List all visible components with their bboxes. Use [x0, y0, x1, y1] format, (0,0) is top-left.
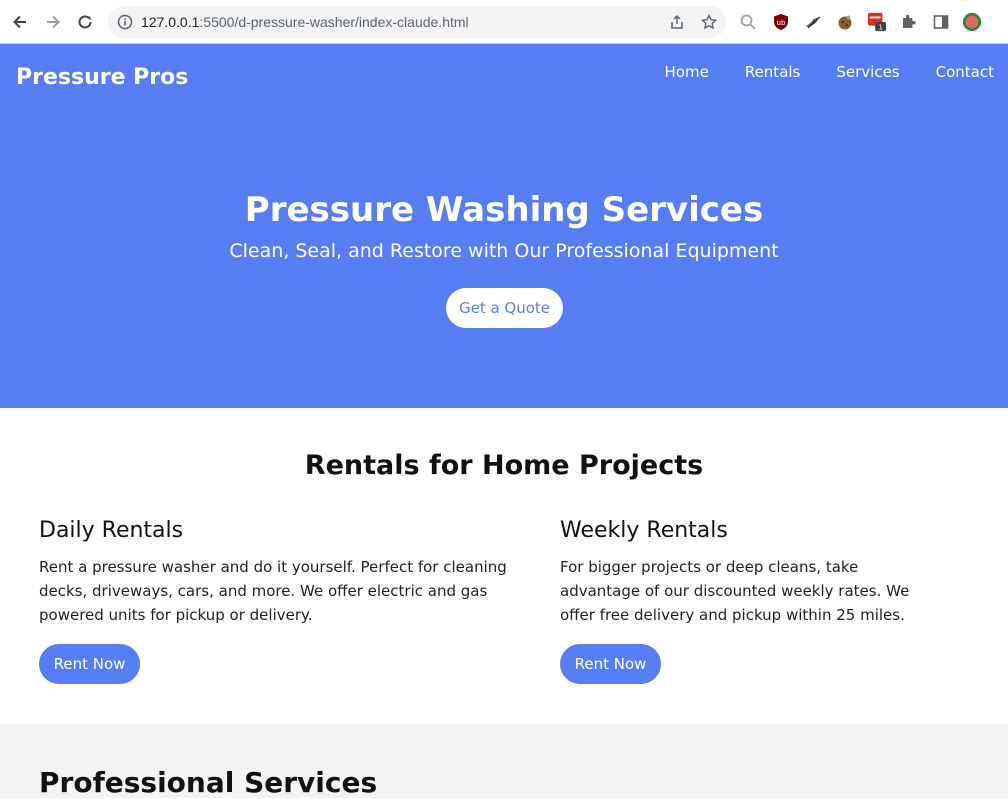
rent-now-weekly-button[interactable]: Rent Now	[560, 644, 661, 684]
site-header: Pressure Pros Home Rentals Services Cont…	[0, 44, 1008, 108]
rentals-section: Rentals for Home Projects Daily Rentals …	[0, 408, 1008, 724]
profile-icon[interactable]	[962, 12, 982, 32]
extension-cookie-icon[interactable]	[835, 12, 855, 32]
rentals-heading: Rentals for Home Projects	[304, 450, 704, 481]
daily-rentals-card: Daily Rentals Rent a pressure washer and…	[39, 518, 529, 684]
nav-link-home[interactable]: Home	[665, 63, 709, 81]
browser-toolbar: 127.0.0.1:5500/d-pressure-washer/index-c…	[0, 0, 1008, 44]
info-icon[interactable]	[116, 13, 134, 31]
weekly-rentals-card: Weekly Rentals For bigger projects or de…	[560, 518, 980, 684]
nav-link-rentals[interactable]: Rentals	[745, 63, 801, 81]
nav-link-services[interactable]: Services	[836, 63, 899, 81]
sidepanel-icon[interactable]	[931, 12, 951, 32]
hero-subtitle: Clean, Seal, and Restore with Our Profes…	[229, 240, 779, 262]
card-title: Daily Rentals	[39, 518, 184, 543]
get-quote-button[interactable]: Get a Quote	[446, 288, 563, 328]
svg-text:ub: ub	[777, 19, 786, 27]
extension-bird-icon[interactable]	[803, 12, 823, 32]
search-icon[interactable]	[738, 12, 758, 32]
address-bar[interactable]: 127.0.0.1:5500/d-pressure-washer/index-c…	[108, 6, 726, 38]
forward-icon[interactable]	[42, 11, 64, 33]
ublock-icon[interactable]: ub	[771, 12, 791, 32]
hero-section: Pressure Washing Services Clean, Seal, a…	[0, 108, 1008, 408]
reload-icon[interactable]	[74, 11, 96, 33]
nav-link-contact[interactable]: Contact	[936, 63, 994, 81]
url-text: 127.0.0.1:5500/d-pressure-washer/index-c…	[141, 14, 469, 30]
back-icon[interactable]	[9, 11, 31, 33]
card-description: For bigger projects or deep cleans, take…	[560, 558, 910, 624]
rent-now-daily-button[interactable]: Rent Now	[39, 644, 140, 684]
card-title: Weekly Rentals	[560, 518, 728, 543]
puzzle-icon[interactable]	[899, 12, 919, 32]
card-description: Rent a pressure washer and do it yoursel…	[39, 558, 507, 624]
share-icon[interactable]	[668, 13, 686, 31]
svg-text:1: 1	[878, 22, 883, 31]
hero-title: Pressure Washing Services	[244, 190, 764, 230]
main-nav: Home Rentals Services Contact	[665, 63, 1008, 81]
services-heading: Professional Services	[39, 766, 378, 799]
star-icon[interactable]	[700, 13, 718, 31]
extension-badge-icon[interactable]: 1	[867, 12, 887, 32]
brand-logo-text[interactable]: Pressure Pros	[16, 65, 188, 90]
services-section: Professional Services	[0, 724, 1008, 799]
